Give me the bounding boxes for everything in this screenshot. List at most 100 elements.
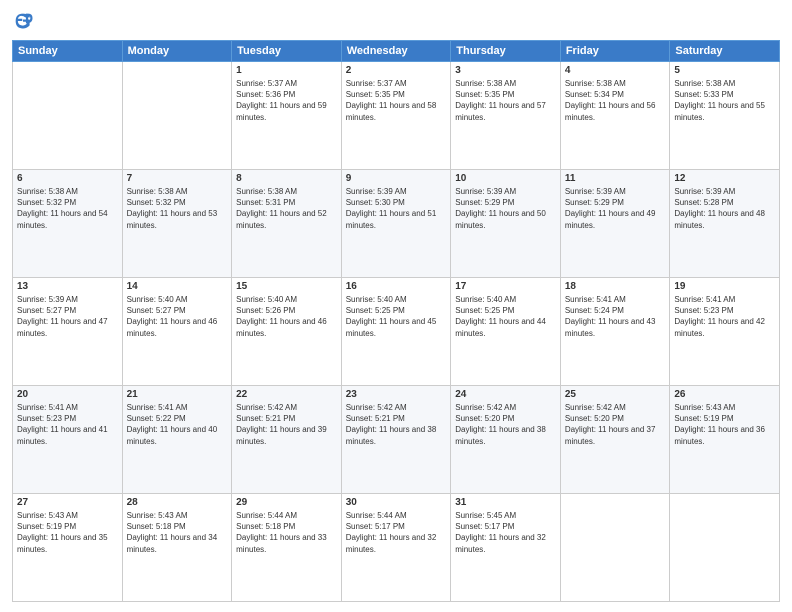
calendar-cell: 12 Sunrise: 5:39 AMSunset: 5:28 PMDayligh… — [670, 170, 780, 278]
weekday-header-friday: Friday — [560, 41, 670, 62]
day-number: 22 — [236, 389, 337, 400]
calendar-cell: 6 Sunrise: 5:38 AMSunset: 5:32 PMDaylight… — [13, 170, 123, 278]
day-number: 7 — [127, 173, 228, 184]
calendar-cell: 21Sunrise: 5:41 AMSunset: 5:22 PMDayligh… — [122, 386, 232, 494]
calendar-cell: 29 Sunrise: 5:44 AMSunset: 5:18 PMDayligh… — [232, 494, 342, 602]
day-number: 13 — [17, 281, 118, 292]
weekday-header-wednesday: Wednesday — [341, 41, 451, 62]
day-info: Sunrise: 5:38 AMSunset: 5:34 PMDaylight:… — [565, 78, 666, 123]
day-info: Sunrise: 5:39 AMSunset: 5:27 PMDaylight:… — [17, 294, 118, 339]
logo-icon — [12, 10, 34, 32]
calendar-cell — [670, 494, 780, 602]
calendar-cell: 24 Sunrise: 5:42 AMSunset: 5:20 PMDayligh… — [451, 386, 561, 494]
calendar-table: SundayMondayTuesdayWednesdayThursdayFrid… — [12, 40, 780, 602]
day-info: Sunrise: 5:42 AMSunset: 5:20 PMDaylight:… — [455, 402, 556, 447]
calendar-cell: 8Sunrise: 5:38 AMSunset: 5:31 PMDaylight… — [232, 170, 342, 278]
day-info: Sunrise: 5:37 AMSunset: 5:36 PMDaylight:… — [236, 78, 337, 123]
day-info: Sunrise: 5:39 AMSunset: 5:28 PMDaylight:… — [674, 186, 775, 231]
day-number: 21 — [127, 389, 228, 400]
day-number: 6 — [17, 173, 118, 184]
day-number: 14 — [127, 281, 228, 292]
calendar-week-4: 20Sunrise: 5:41 AMSunset: 5:23 PMDayligh… — [13, 386, 780, 494]
day-info: Sunrise: 5:41 AMSunset: 5:24 PMDaylight:… — [565, 294, 666, 339]
calendar-week-2: 6 Sunrise: 5:38 AMSunset: 5:32 PMDaylight… — [13, 170, 780, 278]
day-number: 25 — [565, 389, 666, 400]
day-number: 19 — [674, 281, 775, 292]
calendar-cell: 18 Sunrise: 5:41 AMSunset: 5:24 PMDayligh… — [560, 278, 670, 386]
day-info: Sunrise: 5:40 AMSunset: 5:25 PMDaylight:… — [346, 294, 447, 339]
day-number: 5 — [674, 65, 775, 76]
day-info: Sunrise: 5:38 AMSunset: 5:32 PMDaylight:… — [127, 186, 228, 231]
calendar-cell: 13 Sunrise: 5:39 AMSunset: 5:27 PMDayligh… — [13, 278, 123, 386]
day-info: Sunrise: 5:45 AMSunset: 5:17 PMDaylight:… — [455, 510, 556, 555]
day-info: Sunrise: 5:44 AMSunset: 5:18 PMDaylight:… — [236, 510, 337, 555]
day-info: Sunrise: 5:43 AMSunset: 5:19 PMDaylight:… — [17, 510, 118, 555]
calendar-cell: 3 Sunrise: 5:38 AMSunset: 5:35 PMDaylight… — [451, 62, 561, 170]
day-info: Sunrise: 5:44 AMSunset: 5:17 PMDaylight:… — [346, 510, 447, 555]
day-number: 17 — [455, 281, 556, 292]
day-number: 24 — [455, 389, 556, 400]
calendar-cell: 27 Sunrise: 5:43 AMSunset: 5:19 PMDayligh… — [13, 494, 123, 602]
day-number: 27 — [17, 497, 118, 508]
day-number: 20 — [17, 389, 118, 400]
weekday-header-saturday: Saturday — [670, 41, 780, 62]
day-number: 12 — [674, 173, 775, 184]
day-number: 9 — [346, 173, 447, 184]
calendar-cell: 16 Sunrise: 5:40 AMSunset: 5:25 PMDayligh… — [341, 278, 451, 386]
day-number: 10 — [455, 173, 556, 184]
page: SundayMondayTuesdayWednesdayThursdayFrid… — [0, 0, 792, 612]
calendar-cell: 11 Sunrise: 5:39 AMSunset: 5:29 PMDayligh… — [560, 170, 670, 278]
calendar-cell: 9 Sunrise: 5:39 AMSunset: 5:30 PMDaylight… — [341, 170, 451, 278]
day-info: Sunrise: 5:43 AMSunset: 5:18 PMDaylight:… — [127, 510, 228, 555]
day-info: Sunrise: 5:40 AMSunset: 5:26 PMDaylight:… — [236, 294, 337, 339]
day-number: 31 — [455, 497, 556, 508]
calendar-cell: 23 Sunrise: 5:42 AMSunset: 5:21 PMDayligh… — [341, 386, 451, 494]
day-number: 26 — [674, 389, 775, 400]
day-number: 3 — [455, 65, 556, 76]
calendar-cell — [122, 62, 232, 170]
calendar-cell: 2 Sunrise: 5:37 AMSunset: 5:35 PMDaylight… — [341, 62, 451, 170]
day-info: Sunrise: 5:38 AMSunset: 5:33 PMDaylight:… — [674, 78, 775, 123]
calendar-cell: 10 Sunrise: 5:39 AMSunset: 5:29 PMDayligh… — [451, 170, 561, 278]
day-number: 30 — [346, 497, 447, 508]
calendar-cell: 19 Sunrise: 5:41 AMSunset: 5:23 PMDayligh… — [670, 278, 780, 386]
calendar-cell: 30 Sunrise: 5:44 AMSunset: 5:17 PMDayligh… — [341, 494, 451, 602]
day-info: Sunrise: 5:42 AMSunset: 5:21 PMDaylight:… — [236, 402, 337, 447]
calendar-cell: 31 Sunrise: 5:45 AMSunset: 5:17 PMDayligh… — [451, 494, 561, 602]
weekday-header-thursday: Thursday — [451, 41, 561, 62]
day-info: Sunrise: 5:42 AMSunset: 5:21 PMDaylight:… — [346, 402, 447, 447]
calendar-cell — [13, 62, 123, 170]
day-number: 2 — [346, 65, 447, 76]
day-number: 15 — [236, 281, 337, 292]
day-number: 11 — [565, 173, 666, 184]
day-info: Sunrise: 5:41 AMSunset: 5:23 PMDaylight:… — [674, 294, 775, 339]
day-info: Sunrise: 5:42 AMSunset: 5:20 PMDaylight:… — [565, 402, 666, 447]
calendar-week-1: 1 Sunrise: 5:37 AMSunset: 5:36 PMDaylight… — [13, 62, 780, 170]
day-number: 16 — [346, 281, 447, 292]
day-number: 28 — [127, 497, 228, 508]
weekday-header-row: SundayMondayTuesdayWednesdayThursdayFrid… — [13, 41, 780, 62]
day-number: 8 — [236, 173, 337, 184]
day-info: Sunrise: 5:38 AMSunset: 5:35 PMDaylight:… — [455, 78, 556, 123]
calendar-cell: 1 Sunrise: 5:37 AMSunset: 5:36 PMDaylight… — [232, 62, 342, 170]
day-info: Sunrise: 5:39 AMSunset: 5:30 PMDaylight:… — [346, 186, 447, 231]
day-info: Sunrise: 5:39 AMSunset: 5:29 PMDaylight:… — [565, 186, 666, 231]
calendar-cell: 4Sunrise: 5:38 AMSunset: 5:34 PMDaylight… — [560, 62, 670, 170]
day-info: Sunrise: 5:40 AMSunset: 5:25 PMDaylight:… — [455, 294, 556, 339]
day-number: 23 — [346, 389, 447, 400]
day-info: Sunrise: 5:38 AMSunset: 5:32 PMDaylight:… — [17, 186, 118, 231]
calendar-week-3: 13 Sunrise: 5:39 AMSunset: 5:27 PMDayligh… — [13, 278, 780, 386]
weekday-header-sunday: Sunday — [13, 41, 123, 62]
calendar-cell: 20Sunrise: 5:41 AMSunset: 5:23 PMDayligh… — [13, 386, 123, 494]
calendar-cell — [560, 494, 670, 602]
day-info: Sunrise: 5:39 AMSunset: 5:29 PMDaylight:… — [455, 186, 556, 231]
day-number: 1 — [236, 65, 337, 76]
weekday-header-tuesday: Tuesday — [232, 41, 342, 62]
day-info: Sunrise: 5:43 AMSunset: 5:19 PMDaylight:… — [674, 402, 775, 447]
day-number: 29 — [236, 497, 337, 508]
day-number: 18 — [565, 281, 666, 292]
day-info: Sunrise: 5:37 AMSunset: 5:35 PMDaylight:… — [346, 78, 447, 123]
calendar-week-5: 27 Sunrise: 5:43 AMSunset: 5:19 PMDayligh… — [13, 494, 780, 602]
calendar-cell: 26 Sunrise: 5:43 AMSunset: 5:19 PMDayligh… — [670, 386, 780, 494]
calendar-cell: 25 Sunrise: 5:42 AMSunset: 5:20 PMDayligh… — [560, 386, 670, 494]
